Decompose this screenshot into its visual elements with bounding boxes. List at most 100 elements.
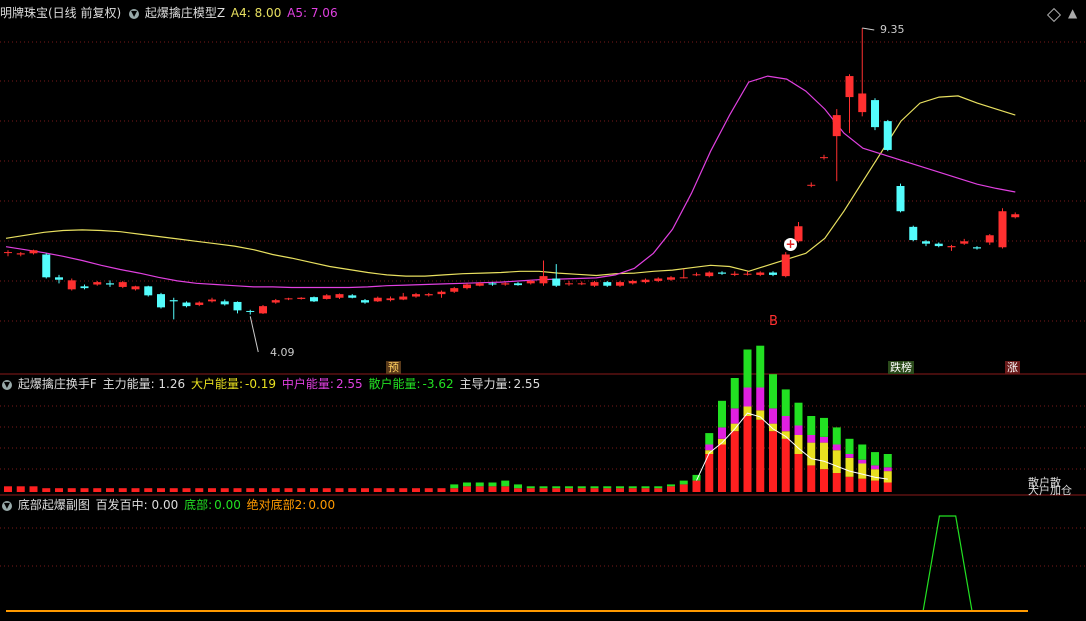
- volume-bar-r: [55, 488, 63, 492]
- candle-body: [641, 279, 650, 283]
- candle-body: [934, 243, 943, 247]
- candle-body: [386, 298, 395, 301]
- candle-body: [297, 297, 306, 299]
- volume-bar-g: [641, 486, 650, 489]
- volume-bar-r: [399, 488, 408, 492]
- candle-body: [424, 294, 433, 296]
- volume-bar-g: [679, 480, 688, 485]
- candle-body: [577, 283, 586, 285]
- candle-body: [195, 302, 204, 305]
- main-indicator-name[interactable]: 起爆擒庄模型Z: [145, 6, 225, 20]
- sub1-indicator-name[interactable]: 起爆擒庄换手F: [18, 377, 97, 391]
- volume-bar-r: [718, 444, 726, 492]
- volume-bar-r: [297, 488, 306, 492]
- volume-bar-r: [412, 488, 420, 492]
- sub1-settings-icon[interactable]: ▼: [2, 379, 12, 390]
- volume-bar-r: [131, 488, 140, 492]
- volume-bar-g: [475, 482, 484, 487]
- lead-force-value: 2.55: [513, 377, 541, 391]
- abs-bottom-value: 0.00: [308, 498, 336, 512]
- volume-bar-r: [845, 476, 854, 492]
- candle-body: [692, 274, 701, 276]
- sub1-header: ▼ 起爆擒庄换手F 主力能量: 1.26 大户能量: -0.19 中户能量: 2.5…: [0, 376, 542, 392]
- candle-body: [998, 211, 1007, 248]
- volume-bar-g: [565, 486, 573, 489]
- volume-bar-g: [756, 345, 765, 388]
- volume-bar-r: [858, 478, 867, 492]
- volume-bar-m: [807, 435, 816, 443]
- candle-body: [781, 254, 790, 277]
- volume-bar-g: [769, 374, 777, 409]
- sub2-indicator-name[interactable]: 底部起爆副图: [18, 498, 90, 512]
- small-energy-label: 散户能量:: [368, 377, 421, 391]
- volume-bar-r: [552, 488, 561, 492]
- candle-body: [616, 282, 624, 286]
- sub2-header: ▼ 底部起爆副图 百发百中: 0.00 底部: 0.00 绝对底部2: 0.00: [0, 497, 337, 513]
- volume-bar-r: [67, 488, 76, 492]
- volume-bar-g: [539, 486, 548, 489]
- candle-body: [590, 282, 599, 286]
- main-header: 明牌珠宝(日线 前复权) ▼ 起爆擒庄模型Z A4: 8.00 A5: 7.06: [0, 5, 340, 21]
- candle-body: [718, 272, 726, 274]
- candle-body: [883, 121, 892, 150]
- volume-bar-r: [144, 488, 153, 492]
- candle-body: [603, 282, 612, 286]
- candle-body: [1011, 214, 1020, 218]
- candle-body: [667, 277, 675, 280]
- volume-bar-g: [705, 433, 714, 445]
- high-price-label: 9.35: [880, 23, 905, 36]
- volume-bar-g: [743, 349, 752, 388]
- volume-bar-r: [654, 488, 663, 492]
- volume-bar-r: [781, 438, 790, 492]
- a4-value: A4: 8.00: [230, 6, 282, 20]
- candle-body: [169, 300, 178, 302]
- volume-bar-y: [871, 469, 879, 481]
- expand-icon[interactable]: ▲: [1068, 6, 1077, 20]
- volume-bar-m: [730, 408, 739, 424]
- volume-bar-r: [220, 488, 229, 492]
- candle-body: [67, 280, 76, 290]
- stock-chart: [0, 27, 1086, 612]
- candle-body: [80, 286, 89, 289]
- candle-body: [488, 283, 497, 285]
- small-energy-value: -3.62: [422, 377, 454, 391]
- candle-body: [284, 298, 293, 300]
- bottom-signal-line: [922, 515, 973, 612]
- candle-body: [475, 283, 484, 286]
- volume-bar-r: [424, 488, 433, 492]
- volume-bar-r: [526, 488, 535, 492]
- volume-bar-g: [845, 438, 854, 454]
- volume-bar-y: [820, 442, 828, 470]
- candle-body: [157, 294, 165, 308]
- tag-rank: 跌榜: [888, 361, 914, 374]
- candle-body: [322, 295, 331, 299]
- candle-body: [450, 288, 459, 292]
- volume-bar-m: [883, 467, 892, 472]
- volume-bar-g: [807, 416, 816, 435]
- candle-body: [845, 76, 854, 98]
- volume-bar-r: [386, 488, 395, 492]
- volume-bar-r: [832, 473, 841, 492]
- side-label-2: 大户加仓: [1028, 484, 1072, 497]
- volume-bar-r: [42, 488, 51, 492]
- volume-bar-r: [641, 488, 650, 492]
- candle-body: [501, 283, 510, 285]
- volume-bar-g: [526, 486, 535, 489]
- candle-body: [858, 93, 867, 113]
- volume-bar-r: [29, 486, 38, 492]
- volume-bar-r: [182, 488, 191, 492]
- candle-body: [55, 277, 63, 280]
- sub2-settings-icon[interactable]: ▼: [2, 500, 12, 511]
- candle-body: [42, 254, 51, 278]
- volume-bar-r: [667, 486, 675, 492]
- stock-title[interactable]: 明牌珠宝(日线 前复权): [0, 6, 121, 20]
- candle-body: [335, 294, 344, 298]
- indicator-settings-icon[interactable]: ▼: [129, 8, 140, 19]
- volume-bar-r: [284, 488, 293, 492]
- volume-bar-r: [118, 488, 127, 492]
- candle-body: [131, 286, 140, 290]
- volume-bar-m: [820, 436, 828, 443]
- candle-body: [973, 247, 981, 249]
- volume-bar-r: [539, 488, 548, 492]
- candle-body: [730, 273, 739, 275]
